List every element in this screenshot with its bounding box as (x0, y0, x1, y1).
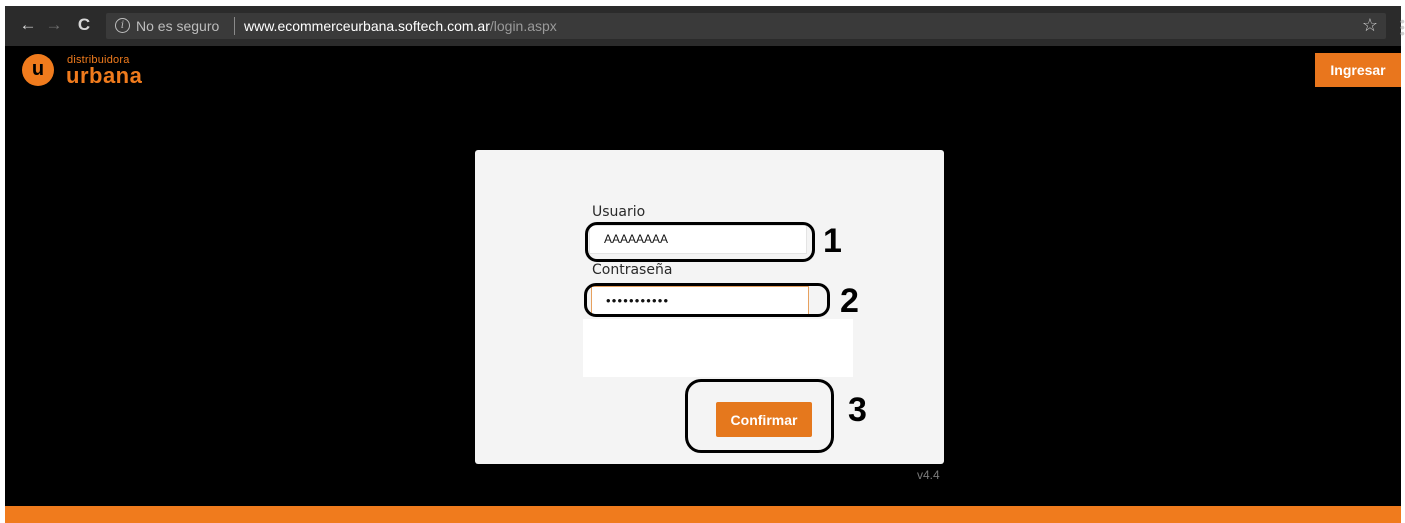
annotation-outline-2 (584, 283, 830, 317)
url-host: www.ecommerceurbana.softech.com.ar (244, 18, 490, 34)
url-path: /login.aspx (489, 18, 557, 34)
security-status[interactable]: No es seguro (136, 18, 219, 34)
reload-icon[interactable]: C (73, 14, 95, 36)
address-separator (234, 17, 235, 35)
footer-bar (5, 506, 1401, 523)
ingresar-button[interactable]: Ingresar (1315, 53, 1401, 87)
kebab-menu-icon[interactable]: • • • (1400, 14, 1405, 40)
captcha-area (583, 319, 853, 377)
distribuidora-urbana-logo[interactable]: u distribuidora urbana (22, 54, 142, 88)
back-icon[interactable]: ← (17, 14, 39, 36)
annotation-outline-1 (585, 222, 815, 262)
logo-main-text: urbana (66, 63, 143, 88)
url-text[interactable]: www.ecommerceurbana.softech.com.ar/login… (244, 18, 557, 34)
window-frame-left (0, 0, 5, 523)
annotation-number-3: 3 (848, 391, 867, 429)
info-icon[interactable]: i (115, 18, 130, 33)
forward-icon[interactable]: → (43, 14, 65, 36)
star-icon[interactable]: ☆ (1362, 15, 1378, 36)
browser-toolbar: ← → C i No es seguro www.ecommerceurbana… (5, 6, 1405, 46)
annotation-number-1: 1 (823, 222, 842, 260)
username-label: Usuario (592, 204, 646, 220)
logo-mark-letter: u (31, 58, 45, 80)
annotation-outline-3 (685, 379, 834, 453)
address-bar[interactable]: i No es seguro www.ecommerceurbana.softe… (106, 13, 1386, 39)
annotation-number-2: 2 (840, 282, 859, 320)
window-frame-right (1401, 0, 1405, 523)
password-label: Contraseña (592, 262, 673, 278)
version-label: v4.4 (917, 468, 940, 482)
